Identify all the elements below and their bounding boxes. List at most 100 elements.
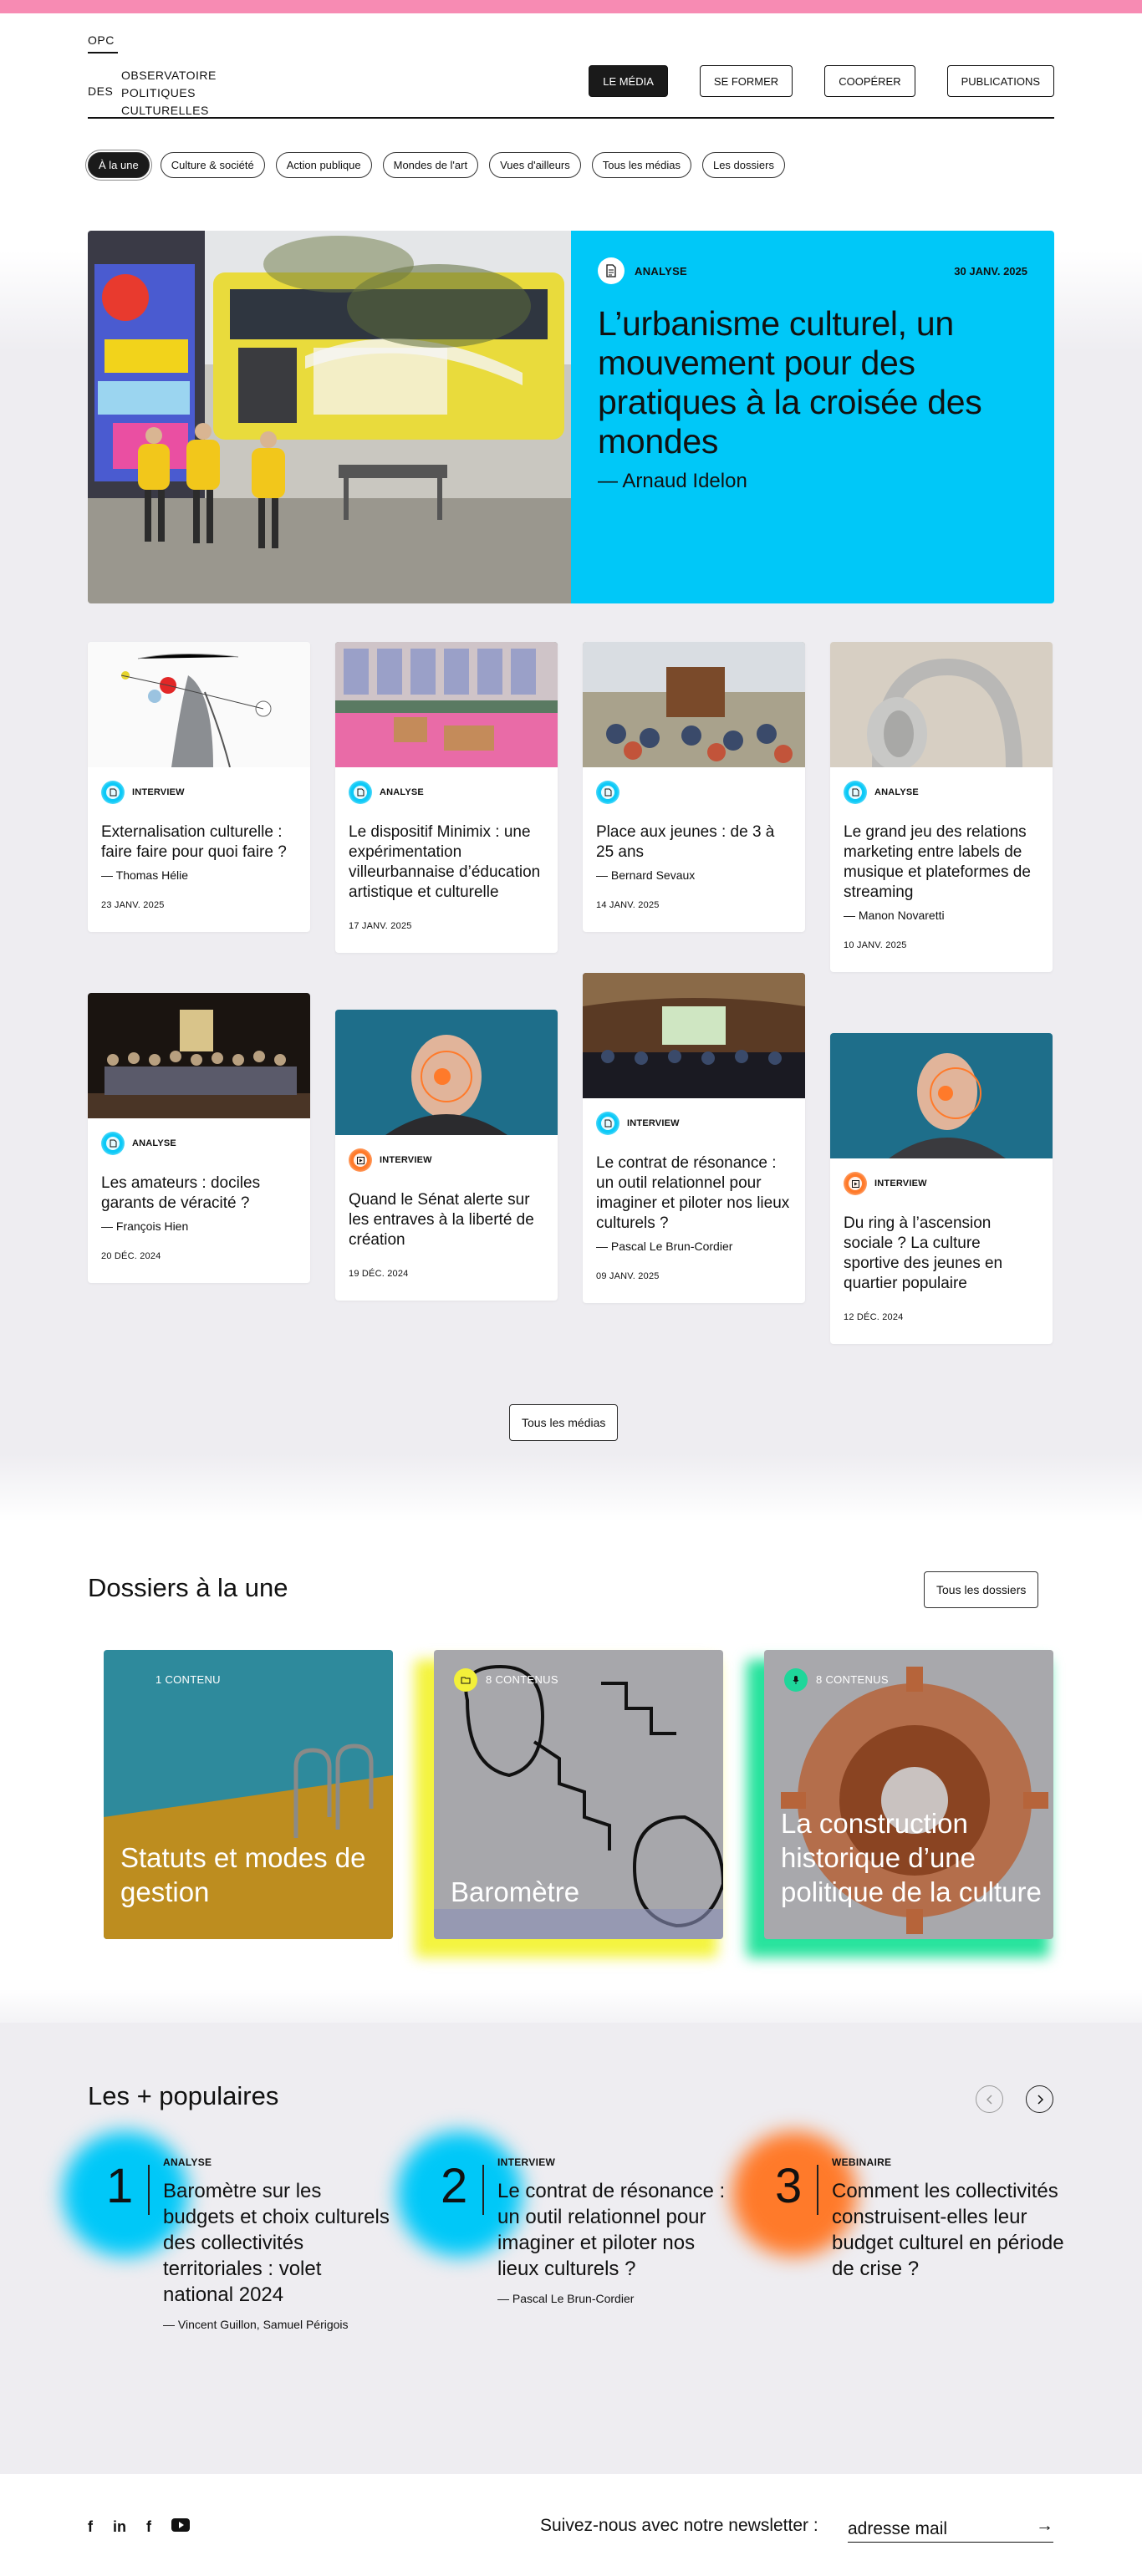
chip-a-la-une[interactable]: À la une: [88, 152, 150, 178]
card-date: 14 JANV. 2025: [596, 900, 660, 910]
article-card[interactable]: ANALYSE Les amateurs : dociles garants d…: [88, 993, 310, 1283]
hero-article[interactable]: ANALYSE 30 JANV. 2025 L’urbanisme cultur…: [88, 231, 1054, 603]
card-type: INTERVIEW: [874, 1179, 927, 1189]
card-type: ANALYSE: [874, 787, 919, 797]
dossiers-title: Dossiers à la une: [88, 1573, 288, 1602]
card-date: 09 JANV. 2025: [596, 1271, 660, 1281]
card-title[interactable]: Le dispositif Minimix : une expérimentat…: [349, 822, 544, 903]
article-card[interactable]: ANALYSE Le grand jeu des relations marke…: [830, 642, 1053, 972]
popular-rank: 2: [441, 2159, 468, 2213]
dossier-card[interactable]: 8 CONTENUS La construction historique d’…: [764, 1650, 1053, 1939]
background-fade: [0, 1454, 1142, 1521]
card-type: INTERVIEW: [132, 787, 185, 797]
card-type: INTERVIEW: [627, 1118, 680, 1128]
popular-title-text[interactable]: Baromètre sur les budgets et choix cultu…: [163, 2178, 397, 2308]
document-icon: [596, 781, 619, 804]
rank-divider: [148, 2165, 150, 2215]
social-links: f in f: [88, 2518, 190, 2536]
hero-type: ANALYSE: [635, 264, 688, 277]
dossier-card[interactable]: 1 CONTENU Statuts et modes de gestion: [104, 1650, 393, 1939]
article-card[interactable]: INTERVIEW Quand le Sénat alerte sur les …: [335, 1010, 558, 1301]
card-image: [88, 993, 310, 1118]
popular-rank: 1: [106, 2159, 134, 2213]
hero-image: [88, 231, 571, 603]
hero-date: 30 JANV. 2025: [954, 264, 1027, 277]
popular-type: WEBINAIRE: [832, 2156, 892, 2168]
facebook-icon[interactable]: f: [146, 2518, 151, 2536]
article-card[interactable]: INTERVIEW Externalisation culturelle : f…: [88, 642, 310, 932]
card-image: [830, 1033, 1053, 1158]
chip-mondes-de-lart[interactable]: Mondes de l'art: [382, 152, 479, 178]
popular-author: — Vincent Guillon, Samuel Périgois: [163, 2318, 349, 2331]
hero-text-panel: ANALYSE 30 JANV. 2025 L’urbanisme cultur…: [571, 231, 1054, 603]
chip-les-dossiers[interactable]: Les dossiers: [701, 152, 785, 178]
facebook-icon[interactable]: f: [88, 2518, 93, 2536]
card-title[interactable]: Le contrat de résonance : un outil relat…: [596, 1153, 792, 1234]
newsletter-form: →: [848, 2516, 1053, 2543]
previous-arrow-button[interactable]: [976, 2085, 1003, 2113]
card-image: [335, 642, 558, 767]
all-dossiers-button[interactable]: Tous les dossiers: [924, 1571, 1039, 1608]
dossier-count: 8 CONTENUS: [486, 1673, 558, 1686]
card-author: — François Hien: [101, 1219, 189, 1233]
nav-publications[interactable]: PUBLICATIONS: [946, 65, 1054, 97]
card-image: [88, 642, 310, 767]
analyse-icon: [844, 781, 867, 804]
chip-action-publique[interactable]: Action publique: [275, 152, 372, 178]
popular-author: — Pascal Le Brun-Cordier: [497, 2292, 635, 2305]
dossier-card[interactable]: 8 CONTENUS Baromètre: [434, 1650, 723, 1939]
chip-tous-les-medias[interactable]: Tous les médias: [591, 152, 691, 178]
site-logo[interactable]: OPC Observatoire Politiques Culturelles …: [88, 33, 247, 117]
interview-icon: [101, 781, 125, 804]
chip-culture-societe[interactable]: Culture & société: [160, 152, 265, 178]
card-title[interactable]: Externalisation culturelle : faire faire…: [101, 822, 297, 863]
dossier-count: 8 CONTENUS: [816, 1673, 889, 1686]
next-arrow-button[interactable]: [1026, 2085, 1053, 2113]
nav-cooperer[interactable]: COOPÉRER: [824, 65, 915, 97]
logo-des: DES: [88, 84, 114, 98]
article-card[interactable]: INTERVIEW Du ring à l’ascension sociale …: [830, 1033, 1053, 1344]
dossier-title: Baromètre: [451, 1876, 580, 1907]
card-title[interactable]: Quand le Sénat alerte sur les entraves à…: [349, 1190, 544, 1250]
arrow-right-icon[interactable]: →: [1036, 2516, 1053, 2542]
card-image: [583, 973, 805, 1098]
document-icon: [598, 257, 625, 284]
nav-se-former[interactable]: SE FORMER: [699, 65, 793, 97]
site-footer: f in f Suivez-nous avec notre newsletter…: [0, 2474, 1142, 2576]
linkedin-icon[interactable]: in: [113, 2518, 126, 2536]
popular-title-text[interactable]: Le contrat de résonance : un outil relat…: [497, 2178, 732, 2282]
dossier-title: Statuts et modes de gestion: [120, 1842, 366, 1907]
top-accent-bar: [0, 0, 1142, 13]
popular-title-text[interactable]: Comment les collectivités construisent-e…: [832, 2178, 1066, 2282]
card-title[interactable]: Le grand jeu des relations marketing ent…: [844, 822, 1039, 903]
header-divider: [88, 117, 1054, 119]
all-media-button[interactable]: Tous les médias: [509, 1404, 619, 1441]
chevron-left-icon: [986, 2094, 992, 2105]
newsletter-label: Suivez-nous avec notre newsletter :: [540, 2516, 818, 2535]
filter-chips: À la une Culture & société Action publiq…: [88, 152, 785, 178]
card-author: — Thomas Hélie: [101, 868, 189, 882]
chip-vues-dailleurs[interactable]: Vues d'ailleurs: [489, 152, 581, 178]
card-author: — Bernard Sevaux: [596, 868, 696, 882]
microphone-icon: [784, 1668, 808, 1692]
card-title[interactable]: Du ring à l’ascension sociale ? La cultu…: [844, 1214, 1039, 1294]
card-date: 19 DÉC. 2024: [349, 1269, 409, 1279]
card-title[interactable]: Place aux jeunes : de 3 à 25 ans: [596, 822, 792, 863]
main-nav: LE MÉDIA SE FORMER COOPÉRER PUBLICATIONS: [589, 65, 1054, 97]
popular-type: INTERVIEW: [497, 2156, 556, 2168]
folder-icon: [454, 1668, 477, 1692]
youtube-icon[interactable]: [171, 2518, 190, 2536]
popular-title: Les + populaires: [88, 2081, 279, 2110]
card-author: — Manon Novaretti: [844, 909, 945, 922]
article-card[interactable]: Place aux jeunes : de 3 à 25 ans — Berna…: [583, 642, 805, 932]
article-card[interactable]: ANALYSE Le dispositif Minimix : une expé…: [335, 642, 558, 953]
card-image: [830, 642, 1053, 767]
card-type: INTERVIEW: [380, 1155, 432, 1165]
email-input[interactable]: [848, 2516, 1015, 2542]
card-title[interactable]: Les amateurs : dociles garants de véraci…: [101, 1173, 297, 1214]
card-date: 10 JANV. 2025: [844, 940, 907, 950]
nav-le-media[interactable]: LE MÉDIA: [589, 65, 668, 97]
article-card[interactable]: INTERVIEW Le contrat de résonance : un o…: [583, 973, 805, 1303]
hero-title[interactable]: L’urbanisme culturel, un mouvement pour …: [598, 304, 1027, 461]
popular-type: ANALYSE: [163, 2156, 212, 2168]
